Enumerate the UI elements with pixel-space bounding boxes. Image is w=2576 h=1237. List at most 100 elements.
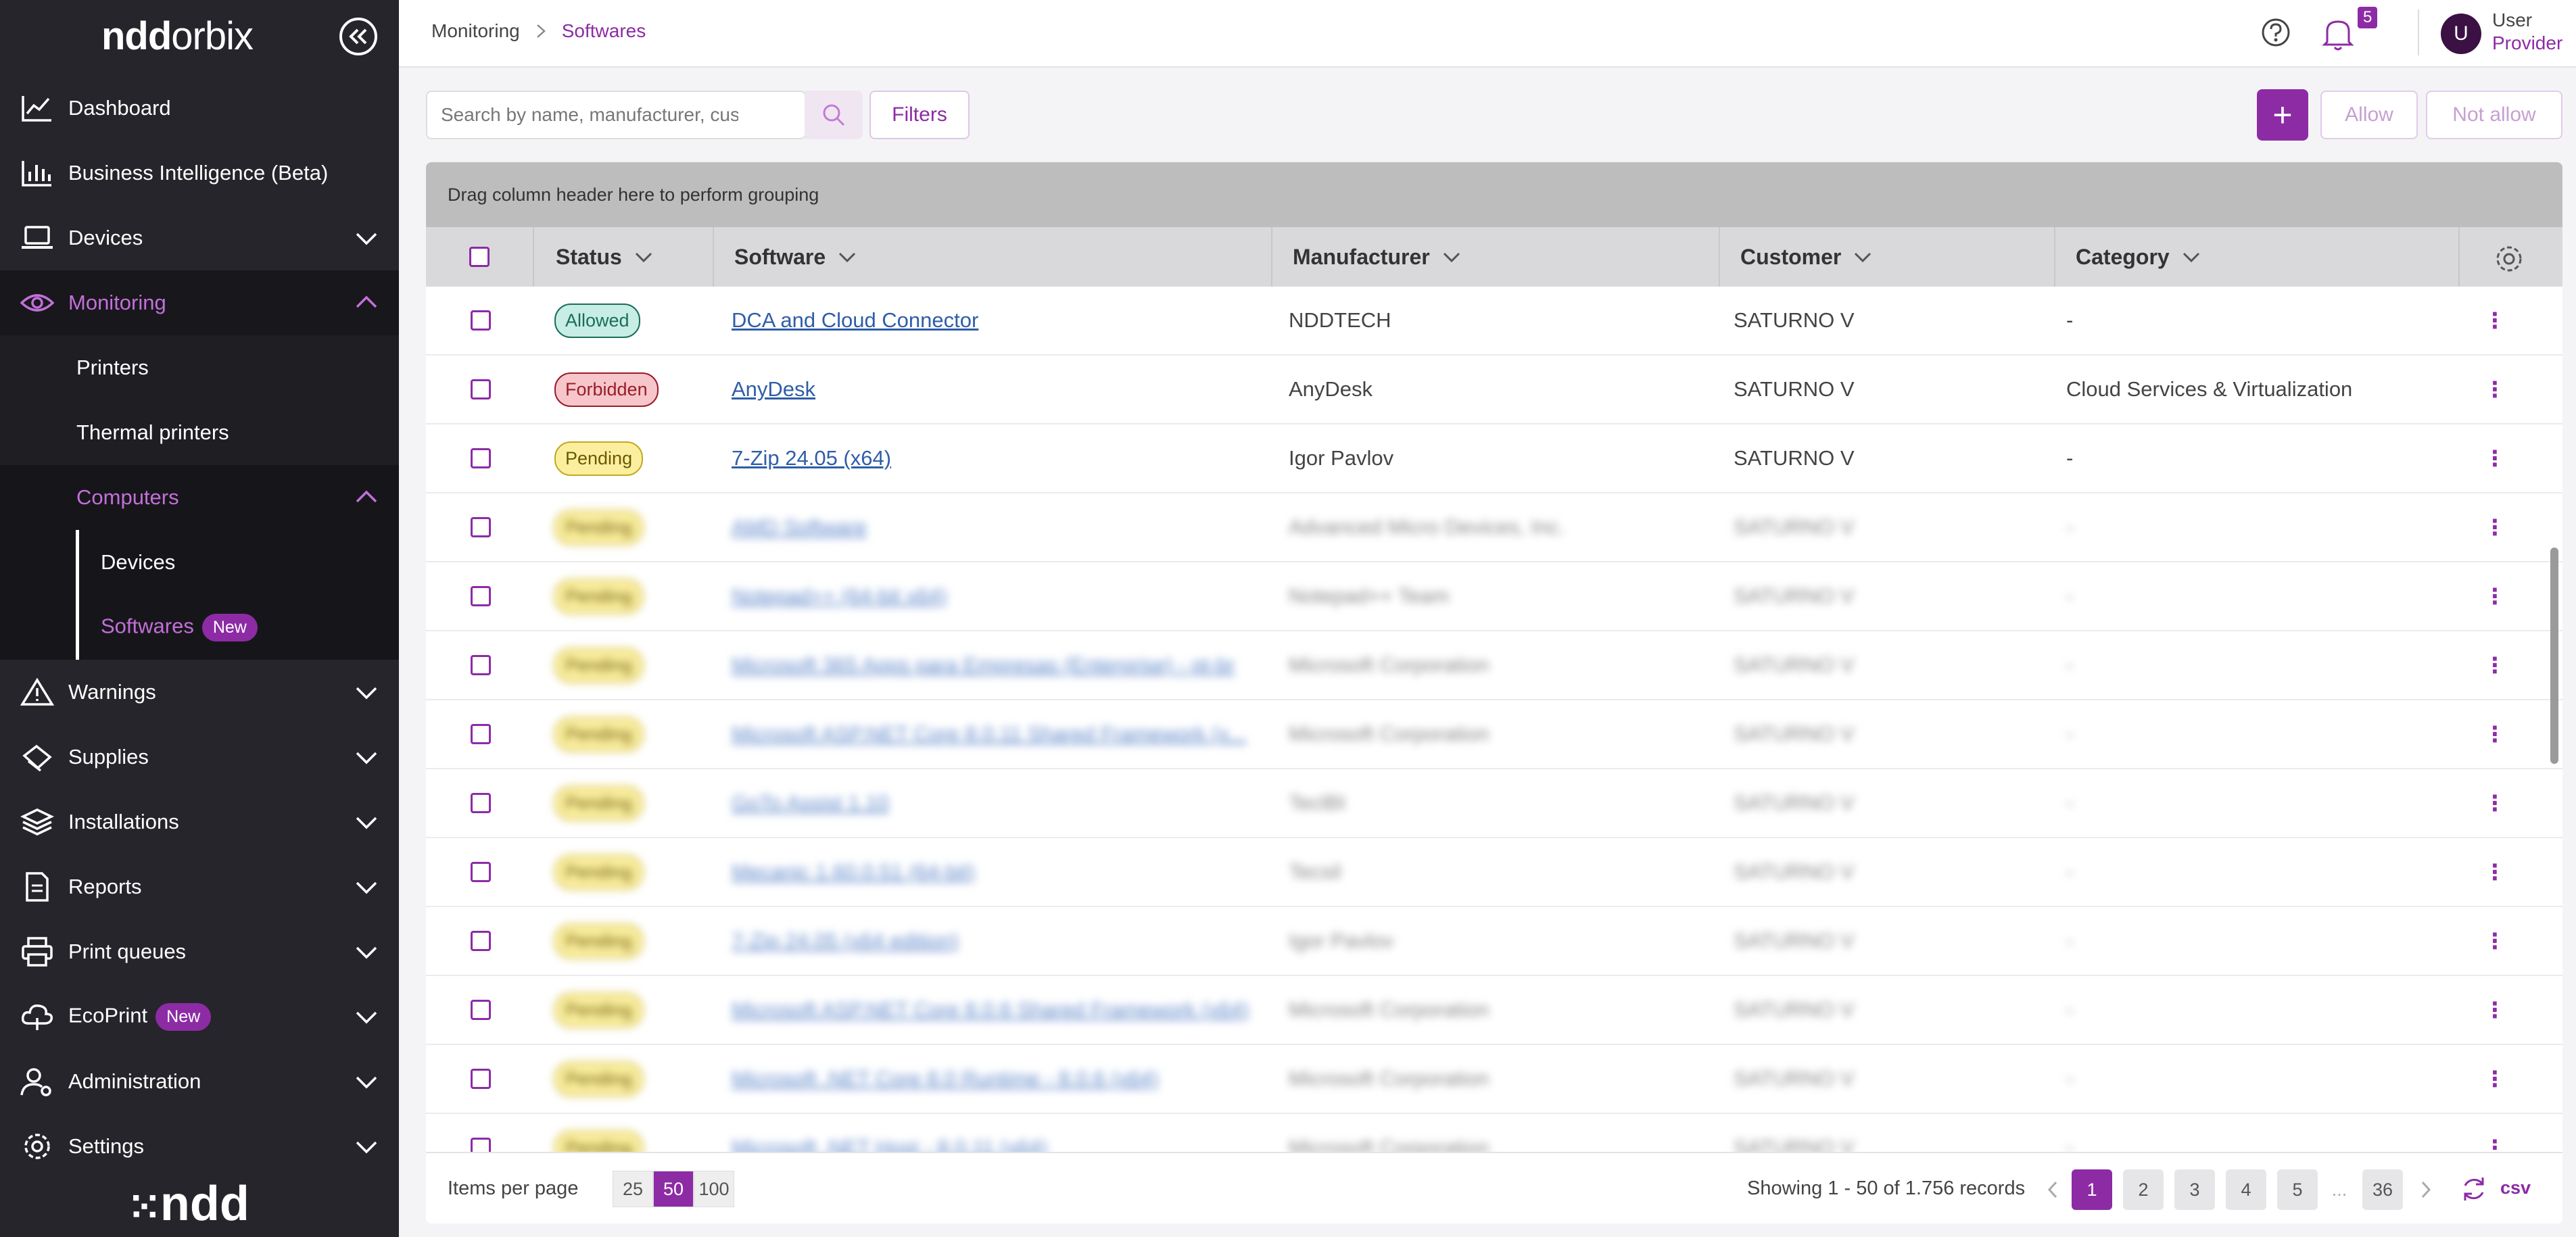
software-link[interactable]: Microsoft 365 Apps para Empresas (Enterp…	[732, 653, 1235, 677]
sidebar-item-settings[interactable]: Settings	[0, 1114, 399, 1179]
sidebar-item-print-queues[interactable]: Print queues	[0, 919, 399, 984]
column-header-software[interactable]: Software	[713, 227, 1271, 287]
row-actions-kebab-icon[interactable]: ⋮	[2488, 631, 2502, 699]
table-row[interactable]: Pending Microsoft ASP.NET Core 8.0.11 Sha…	[426, 700, 2562, 769]
column-header-category[interactable]: Category	[2054, 227, 2458, 287]
sidebar-subitem-thermal-printers[interactable]: Thermal printers	[0, 400, 399, 465]
row-actions-kebab-icon[interactable]: ⋮	[2488, 769, 2502, 837]
sidebar-subitem-printers[interactable]: Printers	[0, 335, 399, 400]
software-link[interactable]: Microsoft ASP.NET Core 8.0.11 Shared Fra…	[732, 722, 1247, 746]
chevron-left-icon	[2047, 1181, 2057, 1198]
table-row[interactable]: Pending AMD Software Advanced Micro Device…	[426, 493, 2562, 562]
software-link[interactable]: 7-Zip 24.05 (x64)	[732, 446, 891, 470]
sidebar-subitem-computers[interactable]: Computers	[0, 465, 399, 530]
bell-icon[interactable]	[2318, 15, 2358, 53]
page-size-100[interactable]: 100	[694, 1171, 734, 1207]
not-allow-button[interactable]: Not allow	[2426, 91, 2562, 139]
row-checkbox[interactable]	[471, 310, 491, 331]
breadcrumb-softwares: Softwares	[561, 20, 646, 41]
row-actions-kebab-icon[interactable]: ⋮	[2488, 700, 2502, 768]
table-row[interactable]: Allowed DCA and Cloud Connector NDDTECH SAT…	[426, 287, 2562, 356]
column-header-customer[interactable]: Customer	[1719, 227, 2054, 287]
sidebar-item-devices[interactable]: Devices	[0, 205, 399, 270]
column-header-status[interactable]: Status	[533, 227, 713, 287]
software-link[interactable]: AMD Software	[732, 515, 867, 539]
sidebar-item-warnings[interactable]: Warnings	[0, 660, 399, 725]
row-actions-kebab-icon[interactable]: ⋮	[2488, 1045, 2502, 1113]
software-link[interactable]: Notepad++ (64-bit x64)	[732, 584, 947, 608]
row-actions-kebab-icon[interactable]: ⋮	[2488, 562, 2502, 630]
sidebar-item-installations[interactable]: Installations	[0, 790, 399, 854]
table-row[interactable]: Pending Microsoft ASP.NET Core 8.0.6 Shar…	[426, 976, 2562, 1045]
row-checkbox[interactable]	[471, 1069, 491, 1089]
row-checkbox[interactable]	[471, 862, 491, 882]
prev-page-button[interactable]	[2032, 1169, 2073, 1210]
column-settings-gear-icon[interactable]	[2494, 243, 2525, 274]
table-row[interactable]: Pending Microsoft .NET Core 8.0 Runtime -…	[426, 1045, 2562, 1114]
software-link[interactable]: AnyDesk	[732, 377, 815, 402]
row-checkbox[interactable]	[471, 1000, 491, 1020]
search-button[interactable]	[805, 91, 863, 139]
page-button-36[interactable]: 36	[2362, 1169, 2403, 1210]
table-row[interactable]: Pending 7-Zip 24.05 (x64) Igor Pavlov SATUR…	[426, 425, 2562, 493]
row-checkbox[interactable]	[471, 379, 491, 399]
filters-button[interactable]: Filters	[869, 91, 970, 139]
next-page-button[interactable]	[2406, 1169, 2446, 1210]
row-checkbox[interactable]	[471, 724, 491, 744]
page-size-25[interactable]: 25	[613, 1171, 653, 1207]
collapse-sidebar-button[interactable]	[339, 18, 377, 55]
page-button-1[interactable]: 1	[2072, 1169, 2112, 1210]
page-button-4[interactable]: 4	[2226, 1169, 2266, 1210]
grouping-panel[interactable]: Drag column header here to perform group…	[426, 162, 2562, 227]
sidebar-item-monitoring[interactable]: Monitoring	[0, 270, 399, 335]
column-header-manufacturer[interactable]: Manufacturer	[1271, 227, 1719, 287]
row-checkbox[interactable]	[471, 793, 491, 813]
select-all-checkbox[interactable]	[469, 247, 490, 267]
help-icon[interactable]	[2261, 18, 2291, 47]
row-actions-kebab-icon[interactable]: ⋮	[2488, 493, 2502, 561]
sidebar-item-business-intelligence[interactable]: Business Intelligence (Beta)	[0, 141, 399, 205]
search-input[interactable]	[441, 101, 738, 128]
sidebar-item-reports[interactable]: Reports	[0, 854, 399, 919]
row-checkbox[interactable]	[471, 517, 491, 537]
avatar[interactable]: U	[2441, 14, 2481, 54]
software-link[interactable]: 7-Zip 24.05 (x64 edition)	[732, 929, 959, 953]
row-actions-kebab-icon[interactable]: ⋮	[2488, 907, 2502, 975]
export-csv-button[interactable]: csv	[2500, 1178, 2531, 1198]
software-link[interactable]: Microsoft ASP.NET Core 8.0.6 Shared Fram…	[732, 998, 1249, 1022]
row-actions-kebab-icon[interactable]: ⋮	[2488, 838, 2502, 906]
software-link[interactable]: DCA and Cloud Connector	[732, 308, 978, 333]
refresh-icon[interactable]	[2460, 1175, 2488, 1203]
sidebar-item-supplies[interactable]: Supplies	[0, 725, 399, 790]
table-row[interactable]: Forbidden AnyDesk AnyDesk SATURNO V Cloud Se…	[426, 356, 2562, 425]
sidebar-subitem-computer-devices[interactable]: Devices	[0, 530, 399, 595]
software-link[interactable]: Mecanic 1.60.0.51 (64-bit)	[732, 860, 975, 884]
row-actions-kebab-icon[interactable]: ⋮	[2488, 356, 2502, 423]
table-row[interactable]: Pending 7-Zip 24.05 (x64 edition) Igor Pav…	[426, 907, 2562, 976]
row-checkbox[interactable]	[471, 655, 491, 675]
vertical-scrollbar[interactable]	[2550, 548, 2558, 764]
table-row[interactable]: Pending Mecanic 1.60.0.51 (64-bit) Tecsil S…	[426, 838, 2562, 907]
sidebar-item-ecoprint[interactable]: EcoPrint New	[0, 984, 399, 1049]
table-row[interactable]: Pending Notepad++ (64-bit x64) Notepad++ T…	[426, 562, 2562, 631]
add-software-button[interactable]: +	[2257, 89, 2308, 141]
allow-button[interactable]: Allow	[2320, 91, 2418, 139]
row-actions-kebab-icon[interactable]: ⋮	[2488, 425, 2502, 492]
sidebar-item-administration[interactable]: Administration	[0, 1049, 399, 1114]
breadcrumb-monitoring[interactable]: Monitoring	[431, 20, 520, 42]
page-size-50[interactable]: 50	[653, 1171, 694, 1207]
row-checkbox[interactable]	[471, 586, 491, 606]
row-checkbox[interactable]	[471, 448, 491, 468]
row-checkbox[interactable]	[471, 931, 491, 951]
page-button-3[interactable]: 3	[2174, 1169, 2215, 1210]
sidebar-subitem-softwares[interactable]: Softwares New	[0, 595, 399, 660]
page-button-2[interactable]: 2	[2123, 1169, 2164, 1210]
row-actions-kebab-icon[interactable]: ⋮	[2488, 287, 2502, 354]
row-actions-kebab-icon[interactable]: ⋮	[2488, 976, 2502, 1044]
table-row[interactable]: Pending GoTo Assist 1.10 TeclBI SATURNO V - ⋮	[426, 769, 2562, 838]
software-link[interactable]: GoTo Assist 1.10	[732, 791, 889, 815]
table-row[interactable]: Pending Microsoft 365 Apps para Empresas …	[426, 631, 2562, 700]
sidebar-item-dashboard[interactable]: Dashboard	[0, 76, 399, 141]
page-button-5[interactable]: 5	[2277, 1169, 2318, 1210]
software-link[interactable]: Microsoft .NET Core 8.0 Runtime - 8.0.6 …	[732, 1067, 1159, 1091]
